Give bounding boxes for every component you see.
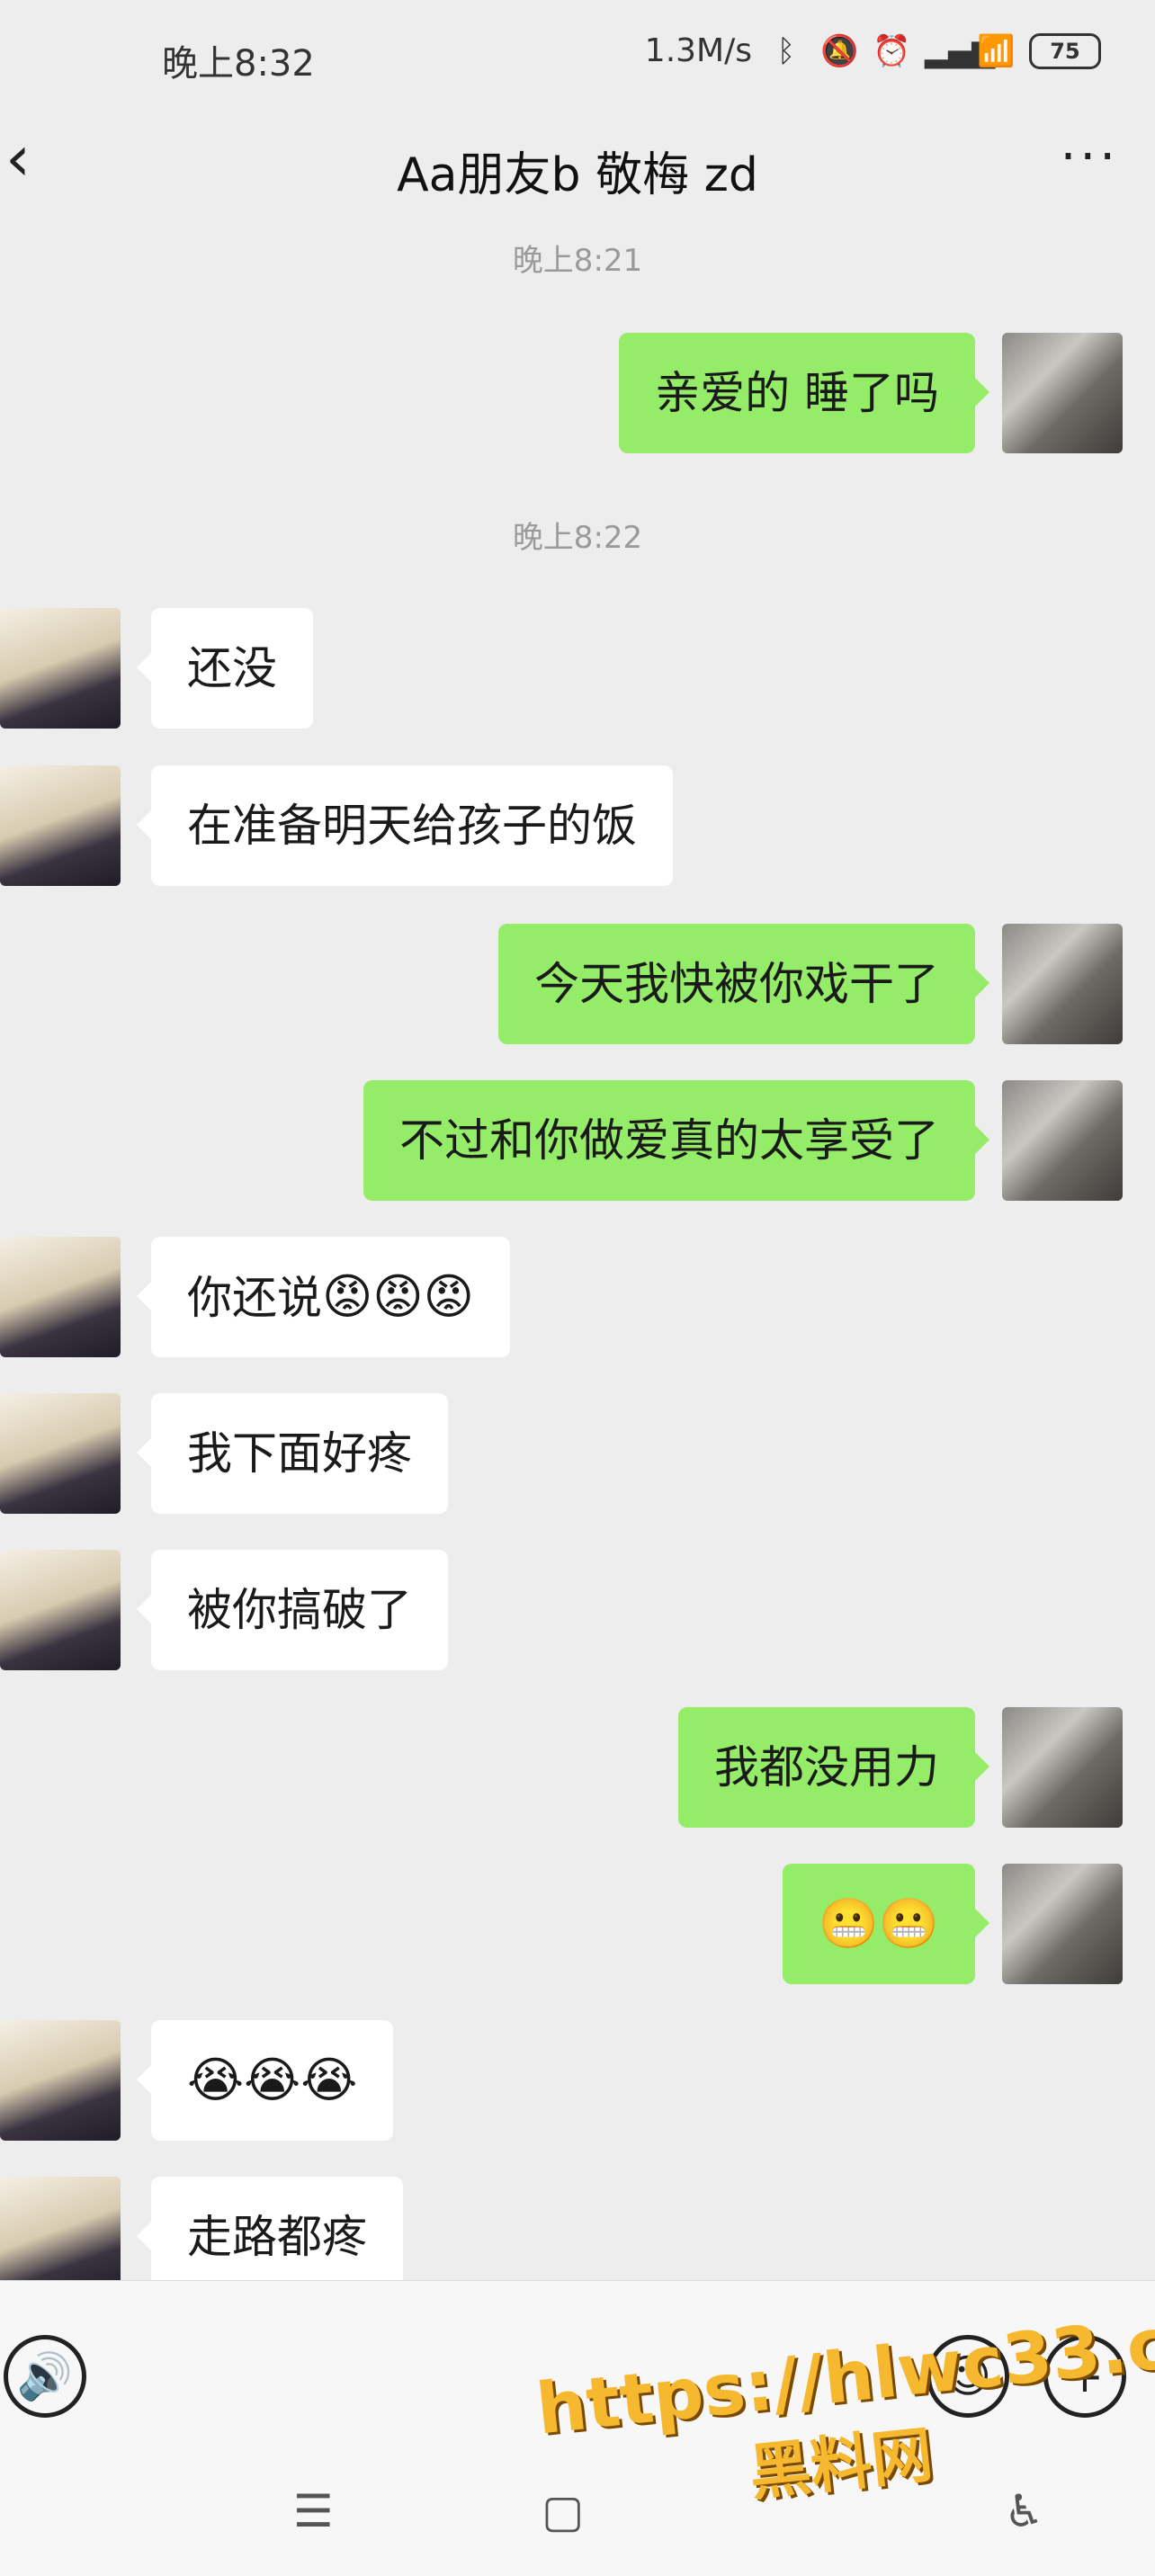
message-bubble[interactable]: 😭😭😭 (136, 2020, 394, 2141)
status-icons: 1.3M/s ᛒ 🔕 ⏰ ▂▄▆ 📶 75 (645, 32, 1101, 69)
battery-indicator: 75 (1029, 32, 1101, 69)
voice-input-icon[interactable]: 🔊 (4, 2335, 86, 2418)
message-row: 被你搞破了 (0, 1550, 1155, 1676)
timestamp: 晚上8:21 (512, 243, 643, 279)
message-row: 在准备明天给孩子的饭 (0, 765, 1155, 891)
avatar[interactable] (0, 2020, 121, 2141)
grimace-emoji-icon: 😬😬 (818, 1895, 939, 1952)
timestamp: 晚上8:22 (512, 520, 643, 556)
message-row: 我下面好疼 (0, 1393, 1155, 1519)
message-bubble[interactable]: 😬😬 (782, 1864, 990, 1984)
message-bubble[interactable]: 今天我快被你戏干了 (498, 924, 989, 1044)
avatar[interactable] (1002, 1080, 1123, 1201)
status-bar: 晚上8:32 1.3M/s ᛒ 🔕 ⏰ ▂▄▆ 📶 75 (0, 0, 1155, 108)
message-bubble[interactable]: 亲爱的 睡了吗 (619, 333, 989, 453)
message-bubble[interactable]: 不过和你做爱真的太享受了 (363, 1080, 989, 1201)
alarm-icon: ⏰ (873, 32, 911, 69)
chat-header: ‹ Aa朋友b 敬梅 zd ··· (0, 108, 1155, 216)
message-row: 😭😭😭 (0, 2020, 1155, 2146)
message-bubble[interactable]: 我都没用力 (678, 1707, 989, 1828)
message-row: 你还说😡😡😡 (0, 1237, 1155, 1363)
message-bubble[interactable]: 我下面好疼 (137, 1393, 448, 1514)
avatar[interactable] (0, 1237, 121, 1357)
message-bubble[interactable]: 走路都疼 (137, 2177, 403, 2297)
avatar[interactable] (1002, 333, 1123, 453)
chat-title: Aa朋友b 敬梅 zd (397, 148, 758, 202)
network-speed: 1.3M/s (644, 32, 752, 69)
avatar[interactable] (0, 1550, 121, 1670)
status-time: 晚上8:32 (162, 43, 315, 85)
message-bubble[interactable]: 还没 (137, 608, 313, 729)
message-row: 不过和你做爱真的太享受了 (0, 1080, 1155, 1206)
message-row: 我都没用力 (0, 1707, 1155, 1833)
message-bubble[interactable]: 在准备明天给孩子的饭 (137, 765, 673, 886)
bluetooth-icon: ᛒ (776, 32, 796, 69)
message-row: 还没 (0, 608, 1155, 734)
menu-icon[interactable]: ☰ (293, 2485, 334, 2537)
more-options-icon[interactable]: ··· (1061, 128, 1119, 186)
signal-icon: ▂▄▆ (925, 32, 996, 69)
avatar[interactable] (0, 765, 121, 886)
wifi-icon: 📶 (977, 32, 1016, 69)
avatar[interactable] (1002, 1864, 1123, 1984)
message-row: 今天我快被你戏干了 (0, 924, 1155, 1050)
message-bubble[interactable]: 被你搞破了 (137, 1550, 448, 1670)
avatar[interactable] (1002, 1707, 1123, 1828)
avatar[interactable] (0, 2177, 121, 2297)
message-bubble[interactable]: 你还说😡😡😡 (137, 1237, 510, 1357)
avatar[interactable] (0, 1393, 121, 1514)
message-row: 亲爱的 睡了吗 (0, 333, 1155, 459)
accessibility-icon[interactable]: ♿ (1004, 2485, 1044, 2537)
message-row: 😬😬 (0, 1864, 1155, 1990)
crying-emoji-icon: 😭😭😭 (187, 2052, 358, 2108)
avatar[interactable] (1002, 924, 1123, 1044)
avatar[interactable] (0, 608, 121, 729)
mute-icon: 🔕 (820, 32, 859, 69)
angry-emoji-icon: 😡😡😡 (322, 1268, 474, 1325)
